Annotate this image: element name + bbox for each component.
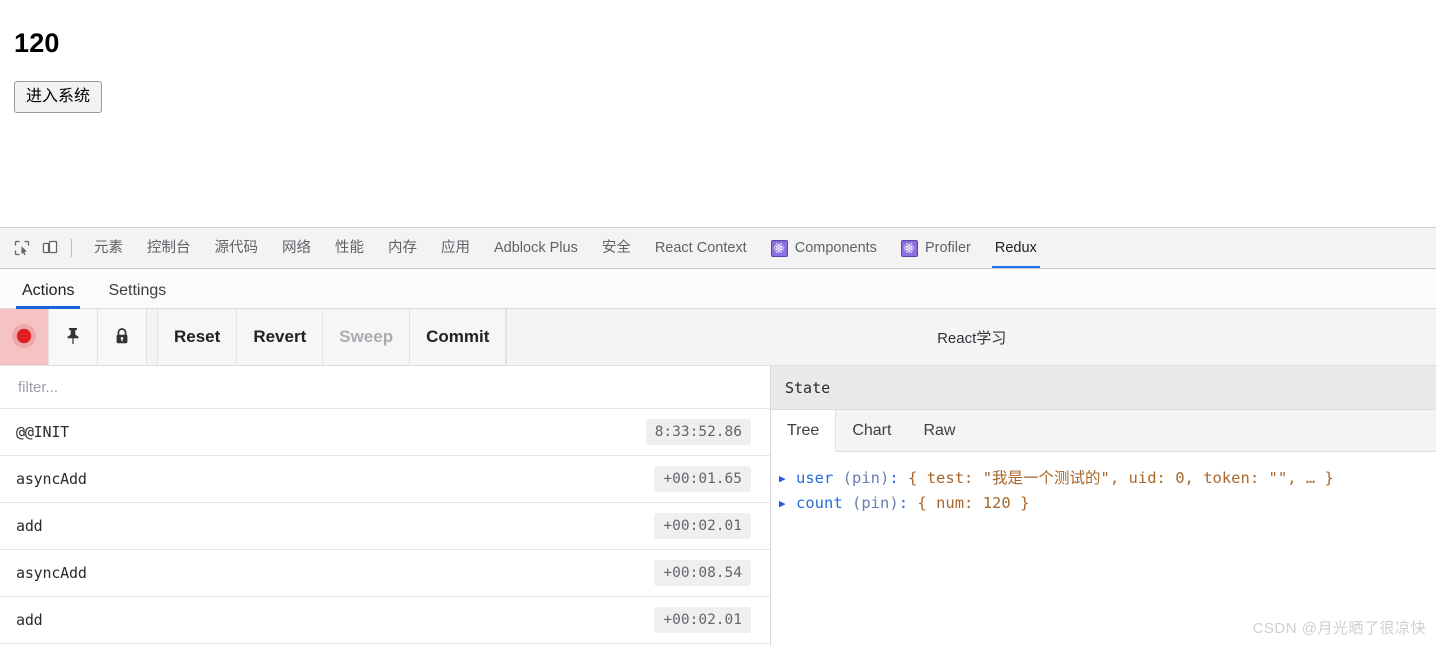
tab-label: 安全 (601, 240, 631, 256)
devtools-tab-react-context[interactable]: React Context (643, 228, 759, 268)
screen-root: 120 进入系统 元素 控制台 源代码 网络 性能 内存 应用 Adblock … (0, 0, 1436, 661)
device-toolbar-icon[interactable] (36, 234, 64, 262)
tree-pin-label: (pin) (842, 469, 890, 487)
tree-preview: test: "我是一个测试的", uid: 0, token: "", … (926, 469, 1316, 487)
devtools-tab-application[interactable]: 应用 (429, 228, 482, 268)
table-row[interactable]: asyncAdd +00:08.54 (0, 550, 770, 597)
tab-label: Adblock Plus (494, 240, 578, 256)
tree-colon: : (898, 494, 909, 512)
action-name: asyncAdd (16, 470, 87, 488)
tab-actions[interactable]: Actions (16, 282, 81, 309)
record-button[interactable] (0, 309, 49, 365)
inspect-element-icon[interactable] (8, 234, 36, 262)
action-time: +00:01.65 (654, 466, 751, 492)
page-content: 120 进入系统 (0, 0, 1436, 227)
devtools-tab-components[interactable]: Components (759, 228, 889, 268)
devtools-tab-adblock-plus[interactable]: Adblock Plus (482, 228, 590, 268)
react-atom-icon (900, 239, 918, 257)
toolbar-spacer (147, 309, 158, 365)
tab-label: 源代码 (214, 240, 259, 256)
devtools-tab-console[interactable]: 控制台 (135, 228, 203, 268)
action-time: +00:08.54 (654, 560, 751, 586)
chevron-right-icon[interactable]: ▶ (779, 491, 790, 516)
devtools-tab-elements[interactable]: 元素 (82, 228, 135, 268)
table-row[interactable]: asyncAdd +00:01.65 (0, 456, 770, 503)
action-list-panel: @@INIT 8:33:52.86 asyncAdd +00:01.65 add… (0, 366, 771, 646)
tab-label: Components (794, 240, 877, 256)
instance-label: React学习 (937, 329, 1007, 347)
devtools-tab-network[interactable]: 网络 (270, 228, 323, 268)
tree-open-brace: { (917, 494, 927, 512)
pin-icon (63, 326, 83, 349)
page-title: 120 (14, 28, 60, 58)
redux-body: @@INIT 8:33:52.86 asyncAdd +00:01.65 add… (0, 366, 1436, 646)
tab-label: Profiler (924, 240, 971, 256)
devtools-tab-performance[interactable]: 性能 (323, 228, 376, 268)
tab-label: React Context (654, 240, 747, 256)
action-name: add (16, 611, 43, 629)
devtools-panel: 元素 控制台 源代码 网络 性能 内存 应用 Adblock Plus 安全 R… (0, 227, 1436, 661)
tab-label: 应用 (441, 240, 470, 256)
tree-colon: : (889, 469, 899, 487)
instance-selector[interactable]: React学习 (506, 309, 1436, 365)
action-name: asyncAdd (16, 564, 87, 582)
tab-label: 控制台 (147, 240, 191, 256)
tab-label: 性能 (335, 240, 364, 256)
tree-open-brace: { (908, 469, 918, 487)
react-atom-icon (770, 239, 788, 257)
sweep-button[interactable]: Sweep (323, 309, 411, 365)
tab-tree[interactable]: Tree (771, 410, 837, 452)
action-name: add (16, 517, 43, 535)
enter-system-button[interactable]: 进入系统 (14, 81, 103, 113)
devtools-tab-redux[interactable]: Redux (983, 228, 1049, 268)
action-time: 8:33:52.86 (645, 419, 751, 445)
tree-close-brace: } (1324, 469, 1334, 487)
tree-pin-label: (pin) (852, 494, 899, 512)
tree-key: user (796, 469, 834, 487)
devtools-tab-strip: 元素 控制台 源代码 网络 性能 内存 应用 Adblock Plus 安全 R… (0, 228, 1436, 269)
action-time: +00:02.01 (654, 513, 751, 539)
tree-key: count (796, 494, 843, 512)
table-row[interactable]: @@INIT 8:33:52.86 (0, 409, 770, 456)
redux-toolbar: Reset Revert Sweep Commit React学习 (0, 309, 1436, 366)
lock-button[interactable] (98, 309, 147, 365)
tree-node-user[interactable]: ▶ user (pin): { test: "我是一个测试的", uid: 0,… (779, 466, 1436, 491)
state-tab-strip: Tree Chart Raw (771, 410, 1436, 452)
state-tree: ▶ user (pin): { test: "我是一个测试的", uid: 0,… (771, 452, 1436, 646)
tab-label: 内存 (388, 240, 417, 256)
state-header: State (771, 366, 1436, 410)
pin-button[interactable] (49, 309, 98, 365)
tab-chart[interactable]: Chart (836, 410, 907, 451)
state-inspector-panel: State Tree Chart Raw ▶ user (pin): { tes… (771, 366, 1436, 646)
tab-label: 元素 (94, 240, 123, 256)
action-name: @@INIT (16, 423, 69, 441)
chevron-right-icon[interactable]: ▶ (779, 466, 790, 491)
commit-button[interactable]: Commit (410, 309, 507, 365)
devtools-tab-profiler[interactable]: Profiler (889, 228, 983, 268)
devtools-tab-security[interactable]: 安全 (590, 228, 643, 268)
tab-raw[interactable]: Raw (907, 410, 971, 451)
filter-row (0, 366, 770, 409)
action-time: +00:02.01 (654, 607, 751, 633)
lock-icon (112, 326, 132, 349)
toolbar-divider (71, 239, 72, 257)
tab-label: Redux (994, 240, 1037, 256)
tab-settings[interactable]: Settings (102, 282, 172, 308)
filter-input[interactable] (16, 377, 733, 397)
reset-button[interactable]: Reset (158, 309, 238, 365)
table-row[interactable]: add +00:02.01 (0, 503, 770, 550)
devtools-tab-memory[interactable]: 内存 (376, 228, 429, 268)
table-row[interactable]: add +00:02.01 (0, 597, 770, 644)
redux-subtab-strip: Actions Settings (0, 269, 1436, 309)
tree-close-brace: } (1020, 494, 1030, 512)
tab-label: 网络 (282, 240, 311, 256)
tree-preview: num: 120 (936, 494, 1011, 512)
tree-node-count[interactable]: ▶ count (pin): { num: 120 } (779, 491, 1436, 516)
devtools-tab-sources[interactable]: 源代码 (203, 228, 271, 268)
record-circle-icon (9, 321, 39, 354)
revert-button[interactable]: Revert (237, 309, 324, 365)
